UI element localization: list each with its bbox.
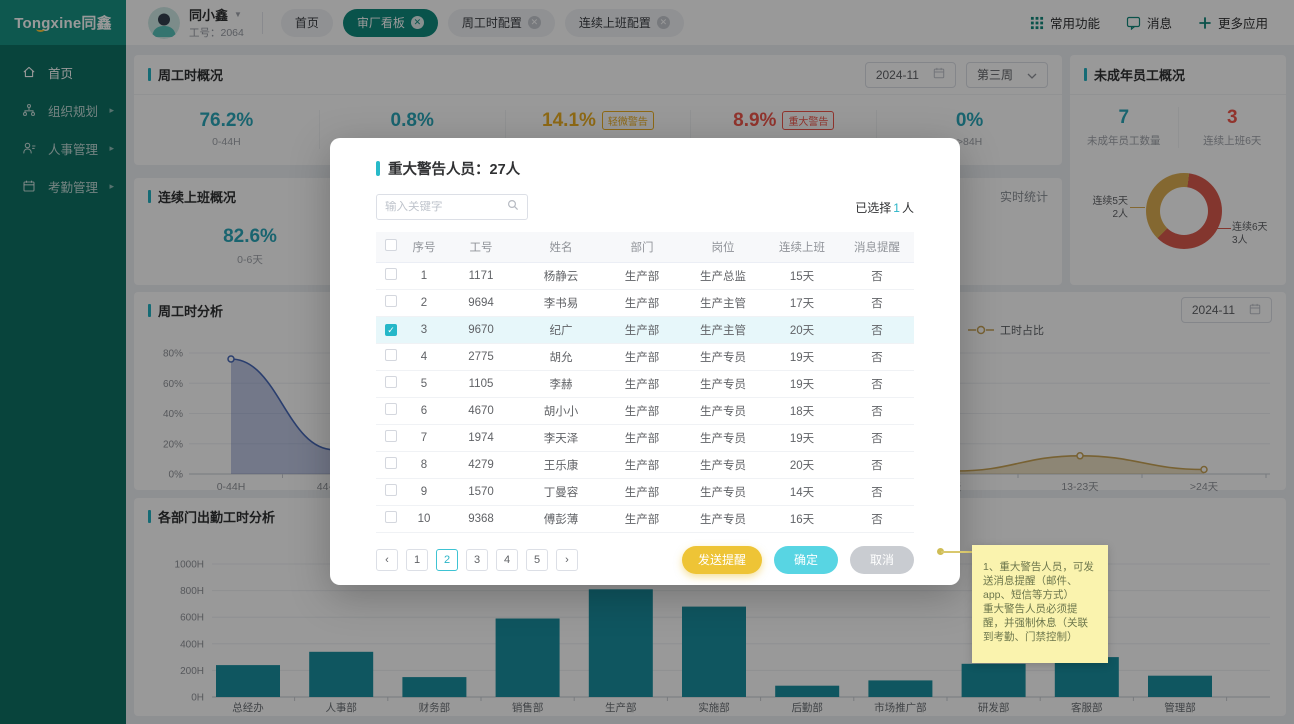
major-warning-modal: 重大警告人员：27人 已选择1人 序号工号姓名部门岗位连续上班消息提醒 1 11… (330, 138, 960, 585)
note-line: 1、重大警告人员，可发送消息提醒（邮件、app、短信等方式） (983, 560, 1098, 602)
table-row[interactable]: 8 4279 王乐康 生产部 生产专员 20天 否 (376, 451, 914, 478)
send-reminder-button[interactable]: 发送提醒 (682, 546, 762, 574)
annotation-note: 1、重大警告人员，可发送消息提醒（邮件、app、短信等方式）重大警告人员必须提醒… (972, 545, 1108, 663)
pagination: ‹ 12345 › (376, 549, 578, 571)
column-header: 连续上班 (764, 232, 840, 262)
table-row[interactable]: 9 1570 丁曼容 生产部 生产专员 14天 否 (376, 478, 914, 505)
table-row[interactable]: 7 1974 李天泽 生产部 生产专员 19天 否 (376, 424, 914, 451)
page-button-2[interactable]: 2 (436, 549, 458, 571)
app-window: Tongxine同鑫 首页 组织规划 ▸ 人事管理 ▸ 考勤管理 ▸ 同小 (0, 0, 1294, 724)
row-checkbox[interactable] (376, 424, 406, 451)
column-header: 序号 (406, 232, 442, 262)
modal-buttons: 发送提醒确定取消 (682, 546, 914, 574)
row-checkbox[interactable] (376, 370, 406, 397)
page-prev-button[interactable]: ‹ (376, 549, 398, 571)
page-button-1[interactable]: 1 (406, 549, 428, 571)
selected-number: 1 (891, 201, 902, 215)
column-header: 岗位 (682, 232, 764, 262)
column-header: 姓名 (520, 232, 602, 262)
page-next-button[interactable]: › (556, 549, 578, 571)
page-button-5[interactable]: 5 (526, 549, 548, 571)
confirm-button[interactable]: 确定 (774, 546, 838, 574)
table-row[interactable]: 1 1171 杨静云 生产部 生产总监 15天 否 (376, 262, 914, 289)
table-row[interactable]: 5 1105 李赫 生产部 生产专员 19天 否 (376, 370, 914, 397)
row-checkbox[interactable] (376, 289, 406, 316)
table-row[interactable]: 10 9368 傅彭薄 生产部 生产专员 16天 否 (376, 505, 914, 532)
note-line: 重大警告人员必须提醒，并强制休息（关联到考勤、门禁控制） (983, 602, 1098, 644)
column-header: 消息提醒 (840, 232, 914, 262)
table-row[interactable]: ✓ 3 9670 纪广 生产部 生产主管 20天 否 (376, 316, 914, 343)
row-checkbox[interactable] (376, 451, 406, 478)
note-connector-line (941, 551, 972, 553)
row-checkbox[interactable] (376, 478, 406, 505)
page-button-4[interactable]: 4 (496, 549, 518, 571)
column-header: 部门 (602, 232, 682, 262)
table-row[interactable]: 4 2775 胡允 生产部 生产专员 19天 否 (376, 343, 914, 370)
modal-title: 重大警告人员：27人 (376, 158, 914, 179)
row-checkbox[interactable] (376, 262, 406, 289)
cancel-button[interactable]: 取消 (850, 546, 914, 574)
title-accent (376, 161, 380, 176)
page-button-3[interactable]: 3 (466, 549, 488, 571)
search-input[interactable] (385, 201, 507, 213)
row-checkbox[interactable] (376, 343, 406, 370)
search-box (376, 194, 528, 220)
table-row[interactable]: 2 9694 李书易 生产部 生产主管 17天 否 (376, 289, 914, 316)
table-row[interactable]: 6 4670 胡小小 生产部 生产专员 18天 否 (376, 397, 914, 424)
search-icon[interactable] (507, 198, 519, 216)
row-checkbox[interactable] (376, 397, 406, 424)
selected-count: 已选择1人 (855, 199, 914, 216)
row-checkbox[interactable]: ✓ (376, 316, 406, 343)
select-all-checkbox[interactable] (376, 232, 406, 262)
row-checkbox[interactable] (376, 505, 406, 532)
column-header: 工号 (442, 232, 520, 262)
warning-table: 序号工号姓名部门岗位连续上班消息提醒 1 1171 杨静云 生产部 生产总监 1… (376, 232, 914, 533)
